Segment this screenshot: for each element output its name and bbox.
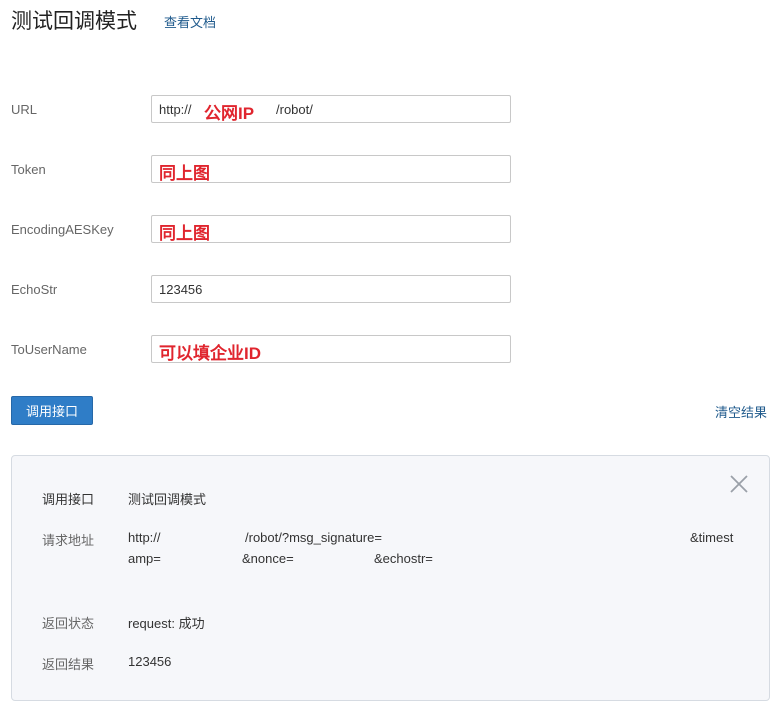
request-url-label: 请求地址 bbox=[42, 534, 95, 549]
url-suffix: /robot/ bbox=[276, 102, 313, 117]
api-value: 测试回调模式 bbox=[128, 492, 207, 507]
echostr-input[interactable]: 123456 bbox=[151, 275, 511, 303]
view-docs-link[interactable]: 查看文档 bbox=[164, 12, 216, 31]
result-value: 123456 bbox=[128, 654, 172, 669]
page-title: 测试回调模式 bbox=[11, 9, 137, 33]
result-label: 返回结果 bbox=[42, 658, 95, 673]
aes-key-label: EncodingAESKey bbox=[11, 222, 114, 237]
echostr-label: EchoStr bbox=[11, 282, 58, 297]
aes-key-annotation: 同上图 bbox=[159, 224, 210, 243]
clear-results-link[interactable]: 清空结果 bbox=[715, 402, 767, 421]
url-prefix: http:// bbox=[159, 102, 192, 117]
request-url-line1-a: http:// bbox=[128, 530, 161, 545]
url-input[interactable]: http:// 公网IP /robot/ bbox=[151, 95, 511, 123]
result-panel: 调用接口 测试回调模式 请求地址 http:// /robot/?msg_sig… bbox=[11, 455, 770, 701]
request-url-line2-a: amp= bbox=[128, 551, 161, 566]
aes-key-input[interactable]: 同上图 bbox=[151, 215, 511, 243]
request-url-line2-c: &echostr= bbox=[374, 551, 433, 566]
echostr-value: 123456 bbox=[159, 282, 203, 297]
request-url-line2-b: &nonce= bbox=[242, 551, 294, 566]
url-label: URL bbox=[11, 102, 38, 117]
to-user-annotation: 可以填企业ID bbox=[159, 344, 261, 363]
to-user-input[interactable]: 可以填企业ID bbox=[151, 335, 511, 363]
to-user-label: ToUserName bbox=[11, 342, 87, 357]
request-url-line1-b: /robot/?msg_signature= bbox=[245, 530, 382, 545]
token-input[interactable]: 同上图 bbox=[151, 155, 511, 183]
status-label: 返回状态 bbox=[42, 617, 95, 632]
close-icon[interactable] bbox=[727, 472, 751, 496]
token-label: Token bbox=[11, 162, 46, 177]
status-value: request: 成功 bbox=[128, 616, 205, 631]
token-annotation: 同上图 bbox=[159, 164, 210, 183]
api-label: 调用接口 bbox=[42, 493, 95, 508]
request-url-line1-c: &timest bbox=[690, 530, 734, 545]
call-api-button[interactable]: 调用接口 bbox=[11, 396, 93, 425]
url-annotation: 公网IP bbox=[204, 104, 255, 123]
